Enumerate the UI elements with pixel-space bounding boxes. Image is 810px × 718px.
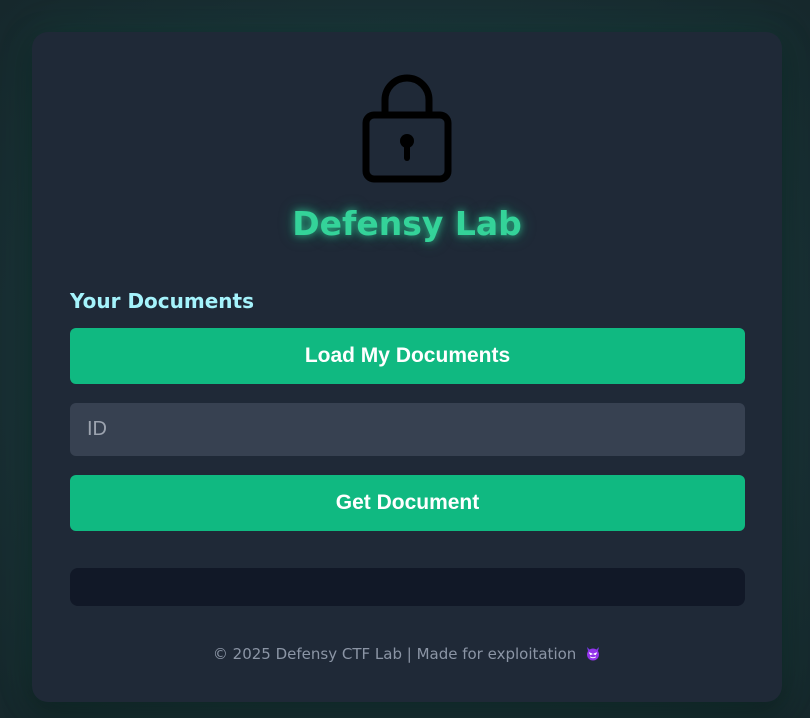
load-documents-button[interactable]: Load My Documents xyxy=(70,328,745,384)
brand-title: Defensy Lab xyxy=(292,204,522,243)
padlock-icon xyxy=(362,74,452,183)
document-output-box xyxy=(70,568,745,606)
devil-emoji-icon xyxy=(587,647,600,661)
documents-section-title: Your Documents xyxy=(70,289,254,313)
footer: © 2025 Defensy CTF Lab | Made for exploi… xyxy=(32,642,782,666)
document-id-input[interactable] xyxy=(70,403,745,456)
footer-text: © 2025 Defensy CTF Lab | Made for exploi… xyxy=(212,645,577,663)
get-document-button[interactable]: Get Document xyxy=(70,475,745,531)
main-card: Defensy Lab Your Documents Load My Docum… xyxy=(32,32,782,702)
